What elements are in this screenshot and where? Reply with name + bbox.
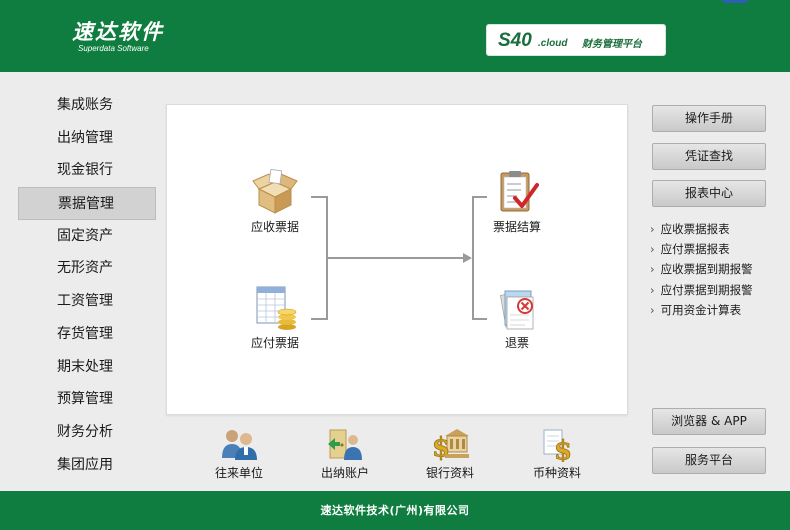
shortcut-bank-data-label: 银行资料 — [425, 466, 474, 480]
sidebar-item-payroll[interactable]: 工资管理 — [18, 285, 156, 318]
svg-text:$: $ — [554, 436, 572, 462]
flow-node-receivable[interactable]: 应收票据 — [230, 169, 320, 235]
platform-title: 财务管理平台 — [582, 39, 642, 50]
open-box-icon — [252, 169, 298, 214]
report-link-item[interactable]: › 可用资金计算表 — [650, 300, 780, 320]
platform-suffix: .cloud — [538, 38, 568, 49]
flow-label-receivable: 应收票据 — [250, 220, 299, 234]
sidebar-item-cashier[interactable]: 出纳管理 — [18, 122, 156, 155]
sidebar-nav: 集成账务 出纳管理 现金银行 票据管理 固定资产 无形资产 工资管理 存货管理 … — [18, 89, 156, 481]
people-icon — [222, 430, 257, 460]
report-link-label: 应收票据报表 — [660, 222, 730, 236]
flow-node-payable[interactable]: 应付票据 — [230, 285, 320, 351]
flow-connector-lines — [311, 196, 487, 320]
header-bar: 速达软件 Superdata Software S40 .cloud 财务管理平… — [0, 0, 790, 72]
browser-app-button[interactable]: 浏览器 & APP — [652, 408, 766, 435]
shortcut-currency-data-label: 币种资料 — [532, 466, 581, 480]
shortcut-contacts[interactable]: 往来单位 — [199, 426, 279, 481]
shortcut-bank-data[interactable]: $ 银行资料 — [410, 426, 490, 481]
report-link-item[interactable]: › 应收票据到期报警 — [650, 259, 780, 279]
door-user-icon — [328, 429, 362, 460]
sidebar-item-bills[interactable]: 票据管理 — [18, 187, 156, 220]
spreadsheet-coins-icon — [256, 286, 297, 330]
sidebar-item-period-end[interactable]: 期末处理 — [18, 351, 156, 384]
shortcut-currency-data[interactable]: $ 币种资料 — [517, 426, 597, 481]
report-link-label: 应收票据到期报警 — [660, 262, 753, 277]
chevron-right-icon: › — [650, 242, 655, 257]
currency-document-icon: $ — [543, 429, 572, 462]
report-link-list: › 应收票据报表 › 应付票据报表 › 应收票据到期报警 › 应付票据到期报警 › 可用资… — [650, 219, 780, 320]
top-edge-mark — [722, 0, 748, 3]
flow-label-refund: 退票 — [504, 336, 529, 350]
brand-logo-en: Superdata Software — [78, 44, 149, 53]
flow-node-refund[interactable]: 退票 — [472, 285, 562, 351]
report-link-label: 可用资金计算表 — [660, 302, 742, 317]
sidebar-item-inventory[interactable]: 存货管理 — [18, 318, 156, 351]
platform-code: S40 — [498, 30, 532, 51]
shortcut-cashier-account[interactable]: 出纳账户 — [305, 426, 385, 481]
shortcut-cashier-account-label: 出纳账户 — [320, 466, 369, 480]
sidebar-item-budget[interactable]: 预算管理 — [18, 383, 156, 416]
app-window: 速达软件 Superdata Software S40 .cloud 财务管理平… — [0, 0, 790, 530]
brand-logo-cn: 速达软件 — [72, 19, 164, 44]
sidebar-item-group[interactable]: 集团应用 — [18, 449, 156, 482]
voucher-search-button[interactable]: 凭证查找 — [652, 143, 766, 170]
chevron-right-icon: › — [650, 222, 655, 236]
sidebar-item-integrated-accounting[interactable]: 集成账务 — [18, 89, 156, 122]
shortcut-contacts-label: 往来单位 — [214, 466, 263, 480]
checklist-clipboard-icon — [500, 171, 539, 212]
brand-logo: 速达软件 Superdata Software — [72, 19, 164, 54]
sidebar-item-intangible-assets[interactable]: 无形资产 — [18, 252, 156, 285]
footer-company: 速达软件技术(广州)有限公司 — [320, 504, 470, 517]
service-platform-button[interactable]: 服务平台 — [652, 447, 766, 474]
sidebar-item-financial-analysis[interactable]: 财务分析 — [18, 416, 156, 449]
flow-node-settle[interactable]: 票据结算 — [472, 169, 562, 235]
footer-bar: 速达软件技术(广州)有限公司 — [0, 491, 790, 530]
bill-flow-panel: 应收票据 应付票据 票据结算 退票 — [166, 104, 628, 415]
chevron-right-icon: › — [650, 302, 655, 317]
sidebar-item-fixed-assets[interactable]: 固定资产 — [18, 220, 156, 253]
cancel-document-icon — [499, 290, 534, 330]
bank-dollar-icon: $ — [432, 429, 469, 462]
sidebar-item-cash-bank[interactable]: 现金银行 — [18, 154, 156, 187]
report-link-label: 应付票据报表 — [660, 242, 730, 257]
platform-badge: S40 .cloud 财务管理平台 — [486, 24, 666, 56]
chevron-right-icon: › — [650, 262, 655, 277]
chevron-right-icon: › — [650, 282, 655, 297]
report-link-item[interactable]: › 应付票据报表 — [650, 239, 780, 259]
report-center-button[interactable]: 报表中心 — [652, 180, 766, 207]
flow-label-payable: 应付票据 — [250, 336, 299, 350]
manual-button[interactable]: 操作手册 — [652, 105, 766, 132]
report-link-label: 应付票据到期报警 — [660, 282, 753, 297]
report-link-item[interactable]: › 应付票据到期报警 — [650, 280, 780, 300]
report-link-item[interactable]: › 应收票据报表 — [650, 219, 780, 239]
flow-label-settle: 票据结算 — [492, 220, 541, 234]
